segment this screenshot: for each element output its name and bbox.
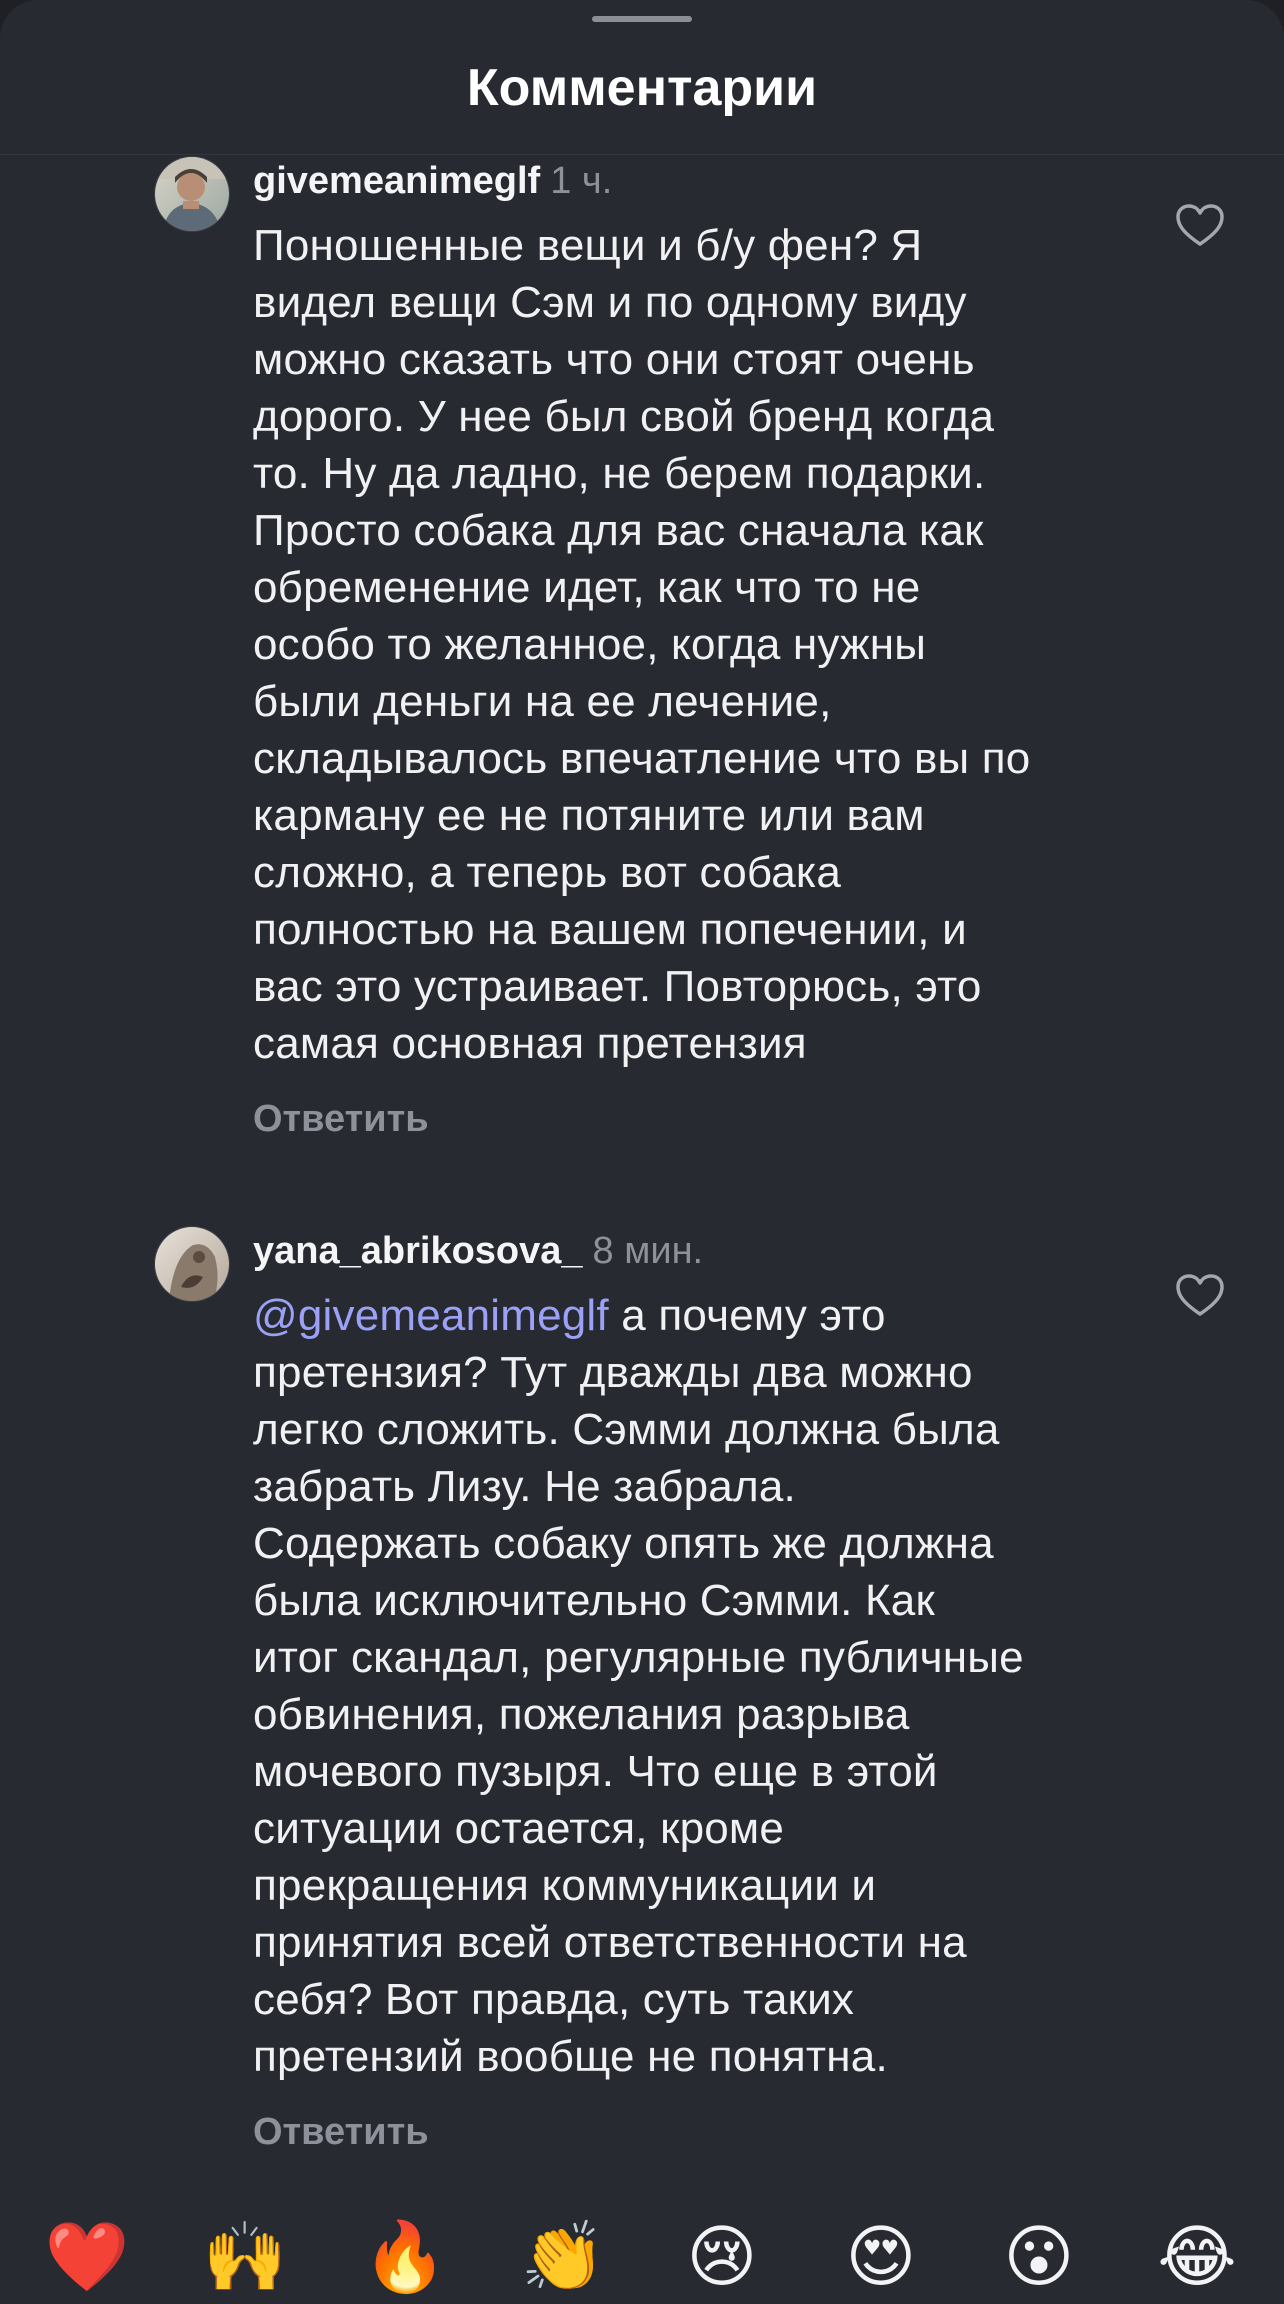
comment-body: Поношенные вещи и б/у фен? Я видел вещи …	[253, 221, 1031, 1068]
avatar-photo-icon	[155, 1227, 229, 1301]
heart-icon[interactable]	[1172, 198, 1228, 254]
comment-mention[interactable]: @givemeanimeglf	[253, 1291, 609, 1340]
clapping-hands-emoji-icon[interactable]: 👏	[518, 2212, 608, 2304]
raising-hands-emoji-icon[interactable]: 🙌	[200, 2212, 290, 2304]
header-divider	[0, 154, 1284, 155]
avatar-photo-icon	[155, 157, 229, 231]
username-text[interactable]: yana_abrikosova_	[253, 1230, 583, 1272]
user-avatar[interactable]	[154, 1226, 230, 1302]
crying-face-emoji-icon[interactable]: 😢	[677, 2212, 767, 2304]
comment-time: 1 ч.	[550, 160, 613, 202]
sheet-grabber[interactable]	[592, 16, 692, 22]
heart-icon[interactable]	[1172, 1268, 1228, 1324]
tears-of-joy-emoji-icon[interactable]: 😂	[1152, 2212, 1242, 2304]
user-avatar[interactable]	[154, 156, 230, 232]
comment-text: Поношенные вещи и б/у фен? Я видел вещи …	[253, 217, 1133, 1072]
comment-time: 8 мин.	[592, 1230, 704, 1272]
comment-body: а почему это претензия? Тут дважды два м…	[253, 1291, 1024, 2081]
comment-username[interactable]: yana_abrikosova_ 8 мин.	[253, 1226, 703, 1276]
comment-text: @givemeanimeglf а почему это претензия? …	[253, 1287, 1133, 2085]
surprised-face-emoji-icon[interactable]: 😮	[994, 2212, 1084, 2304]
page-title: Комментарии	[466, 59, 818, 117]
heart-eyes-emoji-icon[interactable]: 😍	[836, 2212, 926, 2304]
red-heart-emoji-icon[interactable]: ❤️	[42, 2212, 132, 2304]
username-text[interactable]: givemeanimeglf	[253, 160, 540, 202]
comments-sheet: Комментарии givemeanimeglf 1 ч. Поношенн…	[0, 0, 1284, 2304]
emoji-reaction-bar: ❤️ 🙌 🔥 👏 😢 😍 😮 😂	[0, 2212, 1284, 2304]
fire-emoji-icon[interactable]: 🔥	[360, 2212, 450, 2304]
reply-button[interactable]: Ответить	[253, 1094, 429, 1144]
reply-button[interactable]: Ответить	[253, 2107, 429, 2157]
comment-username[interactable]: givemeanimeglf 1 ч.	[253, 156, 612, 206]
